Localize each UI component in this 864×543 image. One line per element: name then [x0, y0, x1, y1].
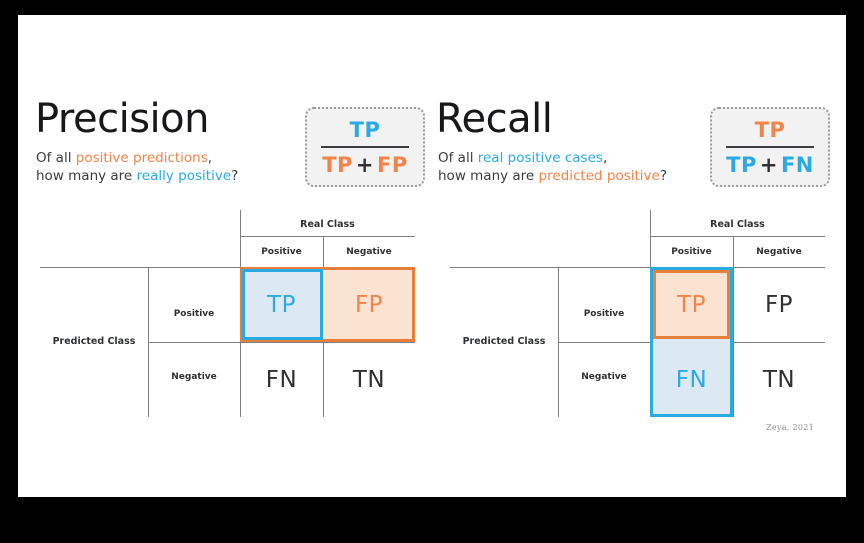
precision-formula-denominator: TP + FP	[322, 152, 408, 178]
recall-den-operator: +	[759, 152, 778, 177]
recall-formula-divider-bar	[726, 145, 814, 148]
recall-den-right: FN	[780, 152, 814, 177]
matrix-line-horizontal-colhead	[240, 236, 415, 237]
precision-sub2-highlight: really positive	[136, 168, 232, 184]
matrix-row-header-positive: Positive	[583, 309, 625, 319]
recall-sub2-prefix: how many are	[438, 168, 539, 184]
matrix-cell-false-positive: FP	[764, 291, 794, 318]
recall-formula-numerator: TP	[754, 117, 786, 142]
matrix-row-header-negative: Negative	[581, 372, 627, 382]
precision-den-left: TP	[322, 152, 353, 177]
matrix-col-header-negative: Negative	[346, 247, 392, 257]
matrix-col-header-positive: Positive	[671, 247, 712, 257]
credit-signature: Zeya, 2021	[766, 423, 815, 432]
matrix-col-group-title: Real Class	[710, 218, 765, 230]
matrix-col-header-positive: Positive	[261, 247, 302, 257]
recall-formula-box: TP TP + FN	[710, 107, 830, 187]
matrix-cell-true-negative: TN	[762, 366, 796, 393]
slide-frame: Precision Of all positive predictions, h…	[18, 15, 846, 497]
precision-sub2-prefix: how many are	[36, 168, 137, 184]
recall-sub1-highlight: real positive cases	[477, 150, 603, 166]
precision-den-operator: +	[355, 152, 375, 177]
matrix-cell-true-negative: TN	[352, 366, 386, 393]
matrix-cell-false-negative: FN	[265, 366, 298, 393]
precision-formula-divider-bar	[321, 145, 409, 148]
precision-sub2-suffix: ?	[231, 168, 239, 184]
precision-formula-numerator: TP	[349, 117, 381, 142]
precision-sub1-prefix: Of all	[36, 150, 76, 166]
recall-sub1-prefix: Of all	[438, 150, 478, 166]
matrix-line-horizontal-colhead	[650, 236, 825, 237]
precision-confusion-matrix: Real Class Predicted Class Positive Nega…	[18, 210, 428, 425]
recall-den-left: TP	[726, 152, 757, 177]
matrix-row-group-title: Predicted Class	[52, 335, 136, 347]
recall-confusion-matrix: Real Class Predicted Class Positive Nega…	[428, 210, 838, 425]
recall-subtitle-line1: Of all real positive cases,	[438, 150, 607, 167]
precision-formula-box: TP TP + FP	[305, 107, 425, 187]
recall-heading: Recall	[436, 96, 553, 142]
matrix-cell-true-positive: TP	[267, 291, 296, 318]
matrix-row-header-positive: Positive	[173, 309, 215, 319]
recall-subtitle-line2: how many are predicted positive?	[438, 168, 667, 185]
precision-sub1-suffix: ,	[207, 150, 213, 166]
precision-subtitle-line2: how many are really positive?	[36, 168, 238, 185]
matrix-col-group-title: Real Class	[300, 218, 355, 230]
matrix-row-header-negative: Negative	[171, 372, 217, 382]
recall-sub2-highlight: predicted positive	[538, 168, 660, 184]
precision-subtitle-line1: Of all positive predictions,	[36, 150, 212, 167]
matrix-cell-false-positive: FP	[354, 291, 384, 318]
precision-den-right: FP	[377, 152, 408, 177]
matrix-cell-false-negative: FN	[675, 366, 708, 393]
recall-sub1-suffix: ,	[602, 150, 608, 166]
recall-formula-denominator: TP + FN	[726, 152, 814, 178]
matrix-col-header-negative: Negative	[756, 247, 802, 257]
precision-heading: Precision	[35, 96, 209, 142]
matrix-row-group-title: Predicted Class	[462, 335, 546, 347]
precision-sub1-highlight: positive predictions	[75, 150, 208, 166]
matrix-cell-true-positive: TP	[677, 291, 706, 318]
recall-sub2-suffix: ?	[659, 168, 668, 184]
